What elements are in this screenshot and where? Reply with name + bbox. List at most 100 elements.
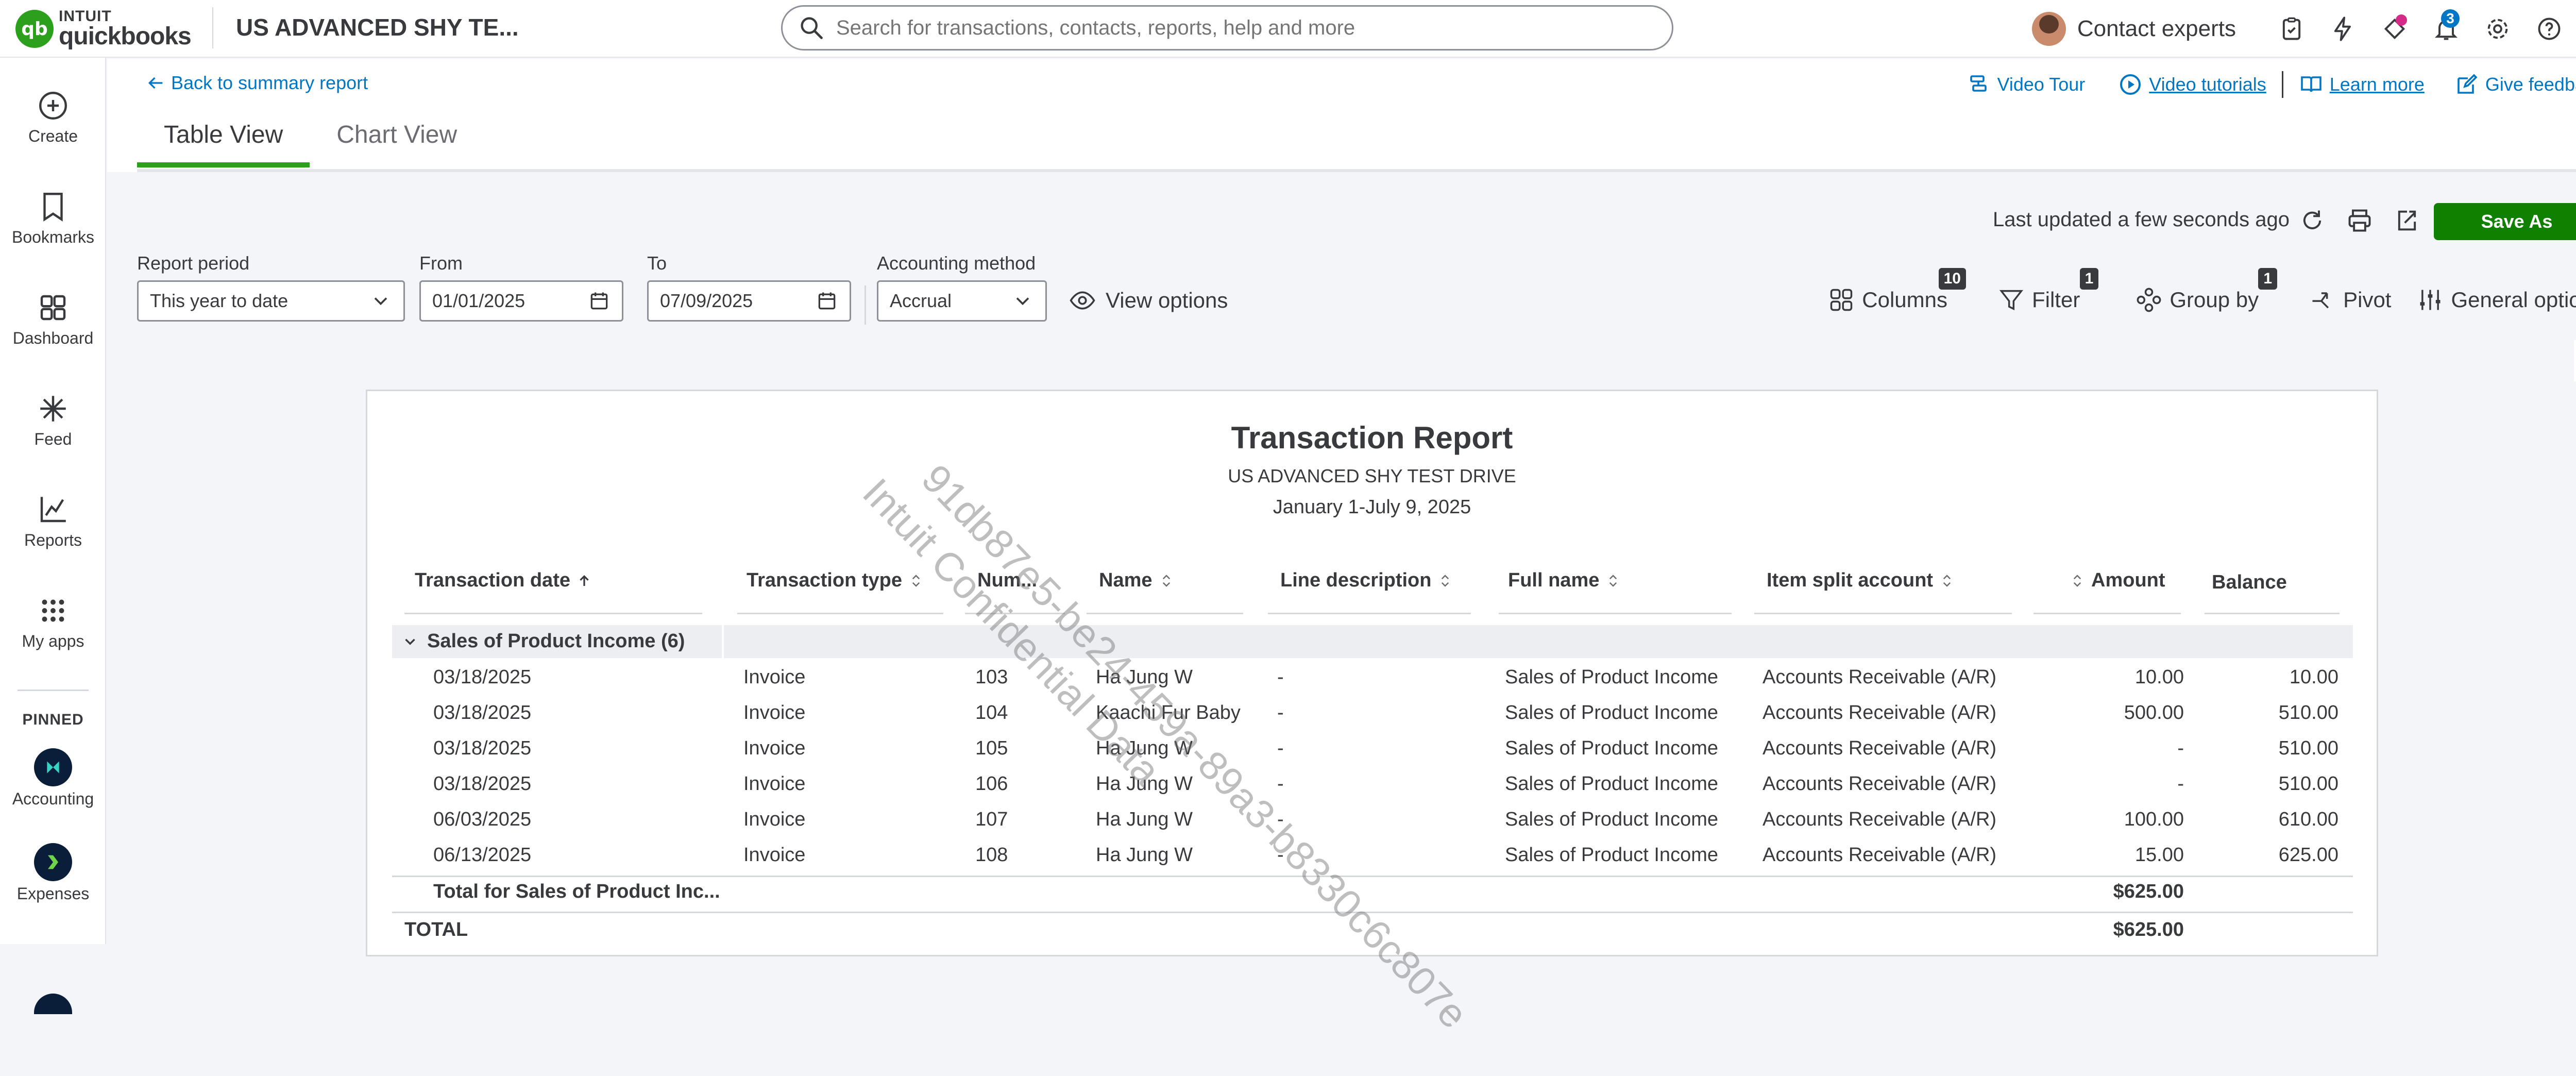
nav-create[interactable]: Create xyxy=(0,88,106,146)
settings-gear-icon[interactable] xyxy=(2472,3,2523,55)
nav-bookmarks[interactable]: Bookmarks xyxy=(0,189,106,247)
nav-dashboard[interactable]: Dashboard xyxy=(0,290,106,348)
col-header-full-name[interactable]: Full name xyxy=(1508,569,1621,592)
dashboard-icon xyxy=(40,295,66,321)
cell-type[interactable]: Invoice xyxy=(743,844,805,866)
company-name[interactable]: US ADVANCED SHY TE... xyxy=(236,13,519,41)
general-options-button[interactable]: General options xyxy=(2417,287,2576,313)
global-search[interactable] xyxy=(781,5,1673,51)
col-header-amount[interactable]: Amount xyxy=(2070,569,2165,592)
cell-type[interactable]: Invoice xyxy=(743,737,805,760)
cell-split: Accounts Receivable (A/R) xyxy=(1762,809,1997,830)
back-to-summary-label: Back to summary report xyxy=(171,72,368,93)
col-header-line-description[interactable]: Line description xyxy=(1280,569,1453,592)
nav-accounting[interactable]: Accounting xyxy=(0,748,106,809)
report-period-select[interactable]: This year to date xyxy=(137,280,405,322)
cell-num[interactable]: 103 xyxy=(975,666,1008,688)
cell-desc: - xyxy=(1277,809,1284,830)
columns-button[interactable]: Columns 10 xyxy=(1828,268,1966,313)
contact-experts-button[interactable]: Contact experts xyxy=(2031,12,2236,46)
learn-more-link[interactable]: Learn more xyxy=(2299,72,2425,97)
view-options-label: View options xyxy=(1106,288,1228,312)
col-header-balance[interactable]: Balance xyxy=(2212,571,2287,594)
collapse-filters-button[interactable] xyxy=(2574,340,2576,381)
to-date-input[interactable]: 07/09/2025 xyxy=(647,280,851,322)
cell-num[interactable]: 104 xyxy=(975,702,1008,724)
contact-experts-label: Contact experts xyxy=(2077,16,2236,41)
nav-reports[interactable]: Reports xyxy=(0,492,106,550)
group-by-button[interactable]: Group by 1 xyxy=(2136,268,2278,313)
group-row-sales-of-product-income[interactable]: Sales of Product Income (6) xyxy=(392,625,2353,658)
cell-balance: 510.00 xyxy=(2278,773,2338,795)
cell-num[interactable]: 105 xyxy=(975,737,1008,760)
cell-name[interactable]: Ha Jung W xyxy=(1096,737,1193,760)
back-to-summary-link[interactable]: Back to summary report xyxy=(145,72,368,94)
clipboard-icon[interactable] xyxy=(2266,3,2317,55)
report-period: January 1-July 9, 2025 xyxy=(1273,496,1471,518)
nav-expenses[interactable]: Expenses xyxy=(0,843,106,903)
cell-type[interactable]: Invoice xyxy=(743,809,805,831)
cell-desc: - xyxy=(1277,702,1284,724)
export-button[interactable] xyxy=(2383,204,2431,237)
nav-more-app-icon[interactable] xyxy=(34,994,72,1014)
accounting-app-icon xyxy=(34,748,72,786)
report-header: Back to summary report Table View Chart … xyxy=(107,59,2576,173)
col-header-label: Amount xyxy=(2091,569,2165,591)
cell-desc: - xyxy=(1277,666,1284,688)
pinned-heading: PINNED xyxy=(22,711,84,728)
notifications-bell-icon[interactable]: 3 xyxy=(2420,3,2472,55)
accounting-method-select[interactable]: Accrual xyxy=(877,280,1047,322)
print-button[interactable] xyxy=(2336,204,2383,237)
col-header-label: Transaction date xyxy=(415,569,570,591)
cell-num[interactable]: 106 xyxy=(975,773,1008,795)
nav-my-apps[interactable]: My apps xyxy=(0,593,106,651)
cell-split: Accounts Receivable (A/R) xyxy=(1762,773,1997,795)
from-date-input[interactable]: 01/01/2025 xyxy=(419,280,623,322)
cell-type[interactable]: Invoice xyxy=(743,773,805,795)
give-feedback-link[interactable]: Give feedback xyxy=(2454,72,2576,97)
help-icon[interactable] xyxy=(2523,3,2575,55)
col-header-item-split-account[interactable]: Item split account xyxy=(1767,569,1955,592)
video-tour-link[interactable]: Video Tour xyxy=(1966,72,2085,97)
col-header-transaction-type[interactable]: Transaction type xyxy=(747,569,924,592)
calendar-icon xyxy=(590,292,608,310)
nav-feed[interactable]: Feed xyxy=(0,391,106,449)
filter-button[interactable]: Filter 1 xyxy=(1998,268,2099,313)
pivot-button[interactable]: Pivot xyxy=(2309,287,2391,313)
col-header-name[interactable]: Name xyxy=(1099,569,1174,592)
cell-name[interactable]: Ha Jung W xyxy=(1096,773,1193,795)
col-header-num[interactable]: Num... xyxy=(977,569,1037,592)
tab-table-view[interactable]: Table View xyxy=(137,115,310,167)
cell-amount: 15.00 xyxy=(2134,844,2184,866)
header-underline xyxy=(737,613,943,614)
cell-type[interactable]: Invoice xyxy=(743,702,805,724)
notifications-count-badge: 3 xyxy=(2441,9,2460,28)
cell-num[interactable]: 107 xyxy=(975,809,1008,831)
links-separator xyxy=(2281,71,2283,98)
cell-type[interactable]: Invoice xyxy=(743,666,805,688)
cell-name[interactable]: Kaachi Fur Baby xyxy=(1096,702,1241,724)
group-row-separator xyxy=(722,625,724,658)
cell-full: Sales of Product Income xyxy=(1505,737,1718,759)
cell-num[interactable]: 108 xyxy=(975,844,1008,866)
col-header-label: Name xyxy=(1099,569,1153,591)
feedback-edit-icon xyxy=(2458,74,2478,94)
cell-desc: - xyxy=(1277,773,1284,795)
quickbooks-logo[interactable]: qb INTUIT quickbooks xyxy=(15,3,192,55)
cell-name[interactable]: Ha Jung W xyxy=(1096,666,1193,688)
view-options-button[interactable]: View options xyxy=(1069,287,1228,314)
refresh-button[interactable] xyxy=(2289,204,2336,237)
cell-balance: 510.00 xyxy=(2278,702,2338,724)
cell-name[interactable]: Ha Jung W xyxy=(1096,844,1193,866)
cell-name[interactable]: Ha Jung W xyxy=(1096,809,1193,831)
columns-label: Columns xyxy=(1862,288,1947,312)
video-tutorials-link[interactable]: Video tutorials xyxy=(2118,72,2266,97)
save-as-button[interactable]: Save As xyxy=(2434,203,2576,240)
tips-icon[interactable] xyxy=(2369,3,2420,55)
tab-chart-view[interactable]: Chart View xyxy=(310,115,484,163)
search-input[interactable] xyxy=(835,15,1608,40)
plus-circle-icon xyxy=(39,92,67,120)
lightning-icon[interactable] xyxy=(2317,3,2369,55)
col-header-transaction-date[interactable]: Transaction date xyxy=(415,569,592,592)
arrow-left-icon xyxy=(148,77,163,89)
